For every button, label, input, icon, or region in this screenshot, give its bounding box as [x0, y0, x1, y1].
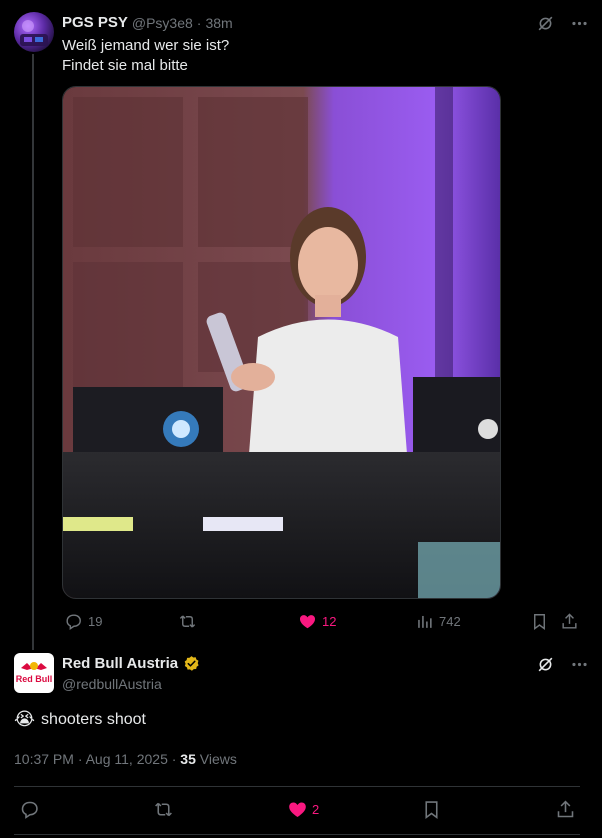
post-text-line: Weiß jemand wer sie ist?: [62, 37, 230, 54]
bookmark-icon: [528, 610, 550, 632]
crying-emoji: 😭: [14, 709, 36, 729]
separator-dot: ·: [196, 14, 202, 31]
bookmark-action[interactable]: [420, 798, 442, 820]
post-text-line: Findet sie mal bitte: [62, 57, 188, 74]
avatar[interactable]: [14, 12, 54, 52]
share-action[interactable]: [554, 798, 576, 820]
share-icon: [558, 610, 580, 632]
views-label: Views: [195, 751, 237, 767]
retweet-action[interactable]: [176, 610, 198, 632]
post-top-actions: [534, 653, 590, 675]
author-handle[interactable]: @Psy3e8: [132, 15, 193, 31]
share-action[interactable]: [558, 610, 580, 632]
views-action[interactable]: 742: [413, 610, 461, 632]
heart-icon: [296, 610, 318, 632]
verified-badge-icon: [183, 655, 200, 672]
bookmark-action[interactable]: [528, 610, 550, 632]
like-action[interactable]: 12: [296, 610, 336, 632]
retweet-action[interactable]: [152, 798, 174, 820]
post-meta: 10:37 PM · Aug 11, 2025 · 35 Views: [14, 751, 237, 767]
divider: [14, 834, 580, 835]
reply-icon: [62, 610, 84, 632]
author-handle[interactable]: @redbullAustria: [62, 676, 162, 692]
post-header: PGS PSY @Psy3e8 · 38m: [62, 14, 233, 31]
grok-icon[interactable]: [534, 653, 556, 675]
reply-icon: [18, 798, 40, 820]
views-number: 35: [180, 751, 196, 767]
share-icon: [554, 798, 576, 820]
more-icon[interactable]: [568, 12, 590, 34]
author-name[interactable]: Red Bull Austria: [62, 655, 178, 672]
like-count: 2: [312, 801, 320, 817]
reply-action[interactable]: [18, 798, 40, 820]
post-header: Red Bull Austria: [62, 655, 200, 672]
post-text: Weiß jemand wer sie ist? Findet sie mal …: [62, 36, 229, 76]
more-icon[interactable]: [568, 653, 590, 675]
post-text: 😭 shooters shoot: [14, 709, 146, 730]
views-icon: [413, 610, 435, 632]
reply-action[interactable]: 19: [62, 610, 102, 632]
post-top-actions: [534, 12, 590, 34]
bookmark-icon: [420, 798, 442, 820]
post-actions: 2: [14, 798, 580, 822]
avatar[interactable]: Red Bull: [14, 653, 54, 693]
post-text-body: shooters shoot: [41, 710, 146, 728]
retweet-icon: [152, 798, 174, 820]
thread-line: [32, 54, 34, 650]
heart-icon: [286, 798, 308, 820]
retweet-icon: [176, 610, 198, 632]
author-name[interactable]: PGS PSY: [62, 14, 128, 31]
grok-icon[interactable]: [534, 12, 556, 34]
like-count: 12: [322, 613, 337, 629]
divider: [14, 786, 580, 787]
post-photo[interactable]: [62, 86, 501, 599]
avatar-wordmark: Red Bull: [16, 674, 52, 684]
like-action[interactable]: 2: [286, 798, 319, 820]
view-count: 742: [439, 613, 461, 629]
reply-count: 19: [88, 613, 103, 629]
post-time[interactable]: 38m: [205, 15, 232, 31]
post-timestamp[interactable]: 10:37 PM · Aug 11, 2025 ·: [14, 751, 180, 767]
post-actions: 19 12 742: [62, 610, 582, 632]
